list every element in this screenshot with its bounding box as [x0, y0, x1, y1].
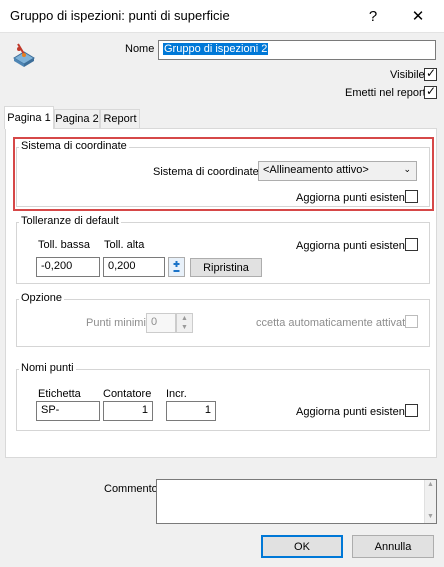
counter-header: Contatore: [103, 388, 152, 400]
point-names-group-title: Nomi punti: [19, 362, 76, 374]
scroll-down-icon: ▼: [427, 513, 434, 520]
swap-tolerance-button[interactable]: [168, 257, 185, 277]
emit-report-label: Emetti nel report: [345, 87, 426, 99]
incr-field[interactable]: 1: [166, 401, 216, 421]
comment-scrollbar[interactable]: ▲ ▼: [424, 480, 436, 523]
comment-label: Commento: [104, 483, 158, 495]
point-label-field[interactable]: SP-: [36, 401, 100, 421]
name-value: Gruppo di ispezioni 2: [163, 43, 269, 55]
highlight-box: [13, 137, 434, 211]
inspection-group-icon: [10, 40, 38, 68]
min-points-label: Punti minimi: [86, 317, 146, 329]
tol-low-label: Toll. bassa: [38, 239, 90, 251]
tol-update-checkbox[interactable]: [405, 238, 418, 251]
names-update-label: Aggiorna punti esistenti: [296, 406, 411, 418]
auto-accept-checkbox[interactable]: [405, 315, 418, 328]
tab-label: Pagina 2: [55, 113, 99, 125]
reset-button[interactable]: Ripristina: [190, 258, 262, 277]
reset-label: Ripristina: [203, 261, 249, 274]
title-bar: Gruppo di ispezioni: punti di superficie…: [0, 0, 444, 33]
tab-pagina-2[interactable]: Pagina 2: [54, 109, 100, 128]
tab-report[interactable]: Report: [100, 109, 140, 128]
tol-high-field[interactable]: 0,200: [103, 257, 165, 277]
name-label: Nome: [125, 43, 155, 55]
visible-checkbox[interactable]: [424, 66, 437, 81]
cancel-button[interactable]: Annulla: [352, 535, 434, 558]
plus-minus-icon: [173, 261, 180, 272]
visible-label: Visibile: [390, 69, 425, 81]
spin-down-icon: ▼: [181, 324, 188, 331]
counter-field[interactable]: 1: [103, 401, 153, 421]
tab-label: Report: [103, 113, 137, 125]
window-title: Gruppo di ispezioni: punti di superficie: [10, 8, 230, 23]
close-button[interactable]: ✕: [403, 4, 433, 28]
tol-high-label: Toll. alta: [104, 239, 145, 251]
min-points-spinner[interactable]: ▲ ▼: [176, 313, 193, 333]
tolerances-group-title: Tolleranze di default: [19, 215, 121, 227]
name-field[interactable]: Gruppo di ispezioni 2: [158, 40, 436, 60]
tab-label: Pagina 1: [7, 112, 51, 124]
comment-field[interactable]: ▲ ▼: [156, 479, 437, 524]
tol-update-label: Aggiorna punti esistenti: [296, 240, 411, 252]
help-button[interactable]: ?: [358, 4, 388, 28]
incr-header: Incr.: [166, 388, 187, 400]
tol-low-field[interactable]: -0,200: [36, 257, 100, 277]
min-points-field[interactable]: 0: [146, 313, 176, 333]
scroll-up-icon: ▲: [427, 481, 434, 488]
ok-button[interactable]: OK: [261, 535, 343, 558]
cancel-label: Annulla: [374, 540, 412, 553]
ok-label: OK: [294, 540, 310, 553]
emit-report-checkbox[interactable]: [424, 84, 437, 99]
point-names-group: [16, 369, 430, 431]
tab-pagina-1[interactable]: Pagina 1: [4, 106, 54, 129]
auto-accept-label: ccetta automaticamente attivato: [256, 317, 412, 329]
spin-up-icon: ▲: [181, 315, 188, 322]
options-group-title: Opzione: [19, 292, 64, 304]
label-header: Etichetta: [38, 388, 81, 400]
names-update-checkbox[interactable]: [405, 404, 418, 417]
